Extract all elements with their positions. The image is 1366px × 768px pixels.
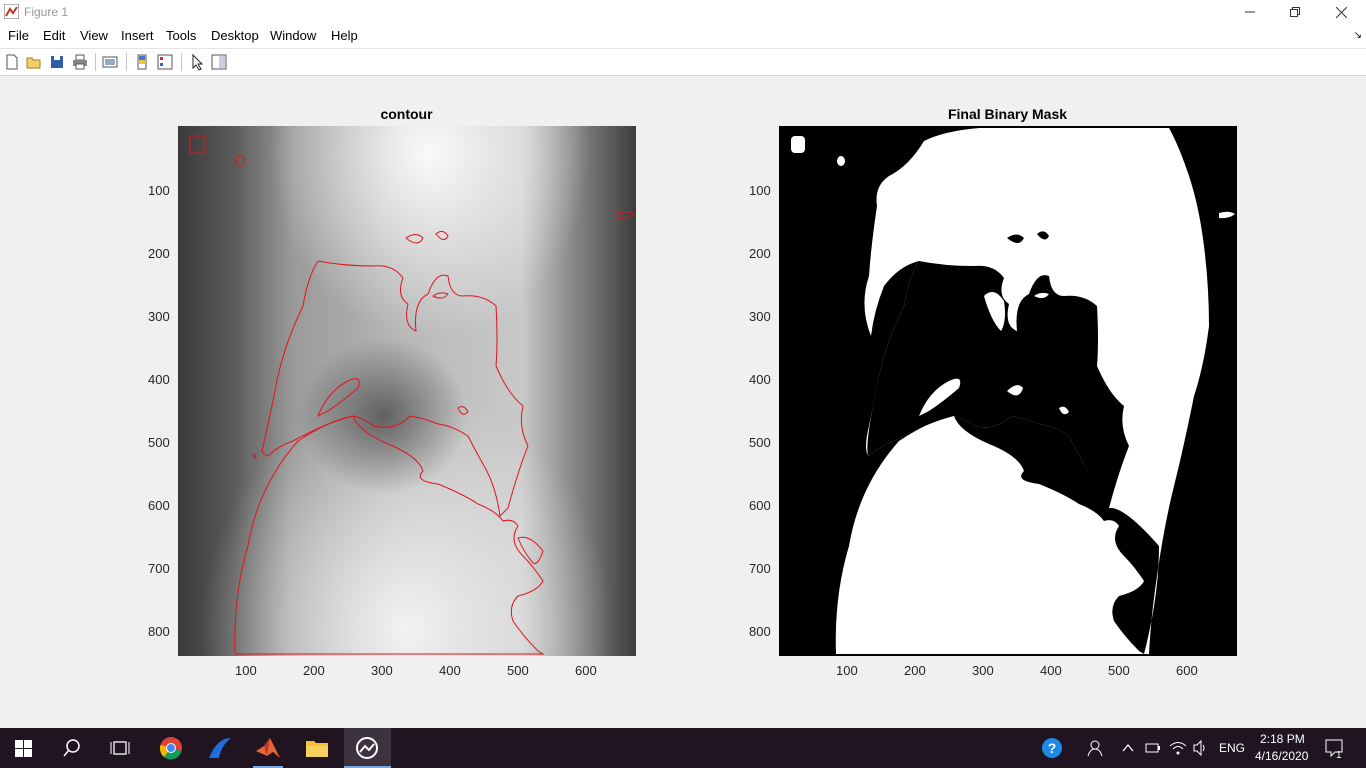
ytick-label: 500 (148, 435, 170, 450)
notification-count: 1 (1336, 750, 1342, 761)
window-title: Figure 1 (24, 5, 69, 19)
toolbar-separator (181, 53, 182, 71)
xtick-label: 600 (575, 663, 597, 678)
toolbar-separator (126, 53, 127, 71)
windows-start-icon[interactable] (15, 740, 32, 757)
property-editor-icon[interactable] (210, 53, 228, 71)
ytick-label: 100 (749, 183, 771, 198)
menu-edit[interactable]: Edit (43, 28, 65, 43)
ytick-label: 600 (749, 498, 771, 513)
ytick-label: 100 (148, 183, 170, 198)
minimize-icon (1245, 11, 1255, 13)
xtick-label: 100 (836, 663, 858, 678)
menu-help[interactable]: Help (331, 28, 358, 43)
menu-overflow-icon[interactable]: ↘ (1354, 30, 1362, 41)
xtick-label: 300 (371, 663, 393, 678)
menu-tools[interactable]: Tools (166, 28, 196, 43)
file-explorer-icon[interactable] (305, 737, 329, 759)
svg-text:?: ? (1048, 740, 1057, 756)
xtick-label: 200 (303, 663, 325, 678)
open-file-icon[interactable] (25, 53, 43, 71)
menu-desktop[interactable]: Desktop (211, 28, 259, 43)
ytick-label: 600 (148, 498, 170, 513)
new-figure-icon[interactable] (3, 53, 21, 71)
ytick-label: 700 (749, 561, 771, 576)
notification-icon[interactable] (1325, 739, 1345, 757)
ytick-label: 300 (148, 309, 170, 324)
ytick-label: 400 (749, 372, 771, 387)
xtick-label: 400 (1040, 663, 1062, 678)
restore-icon (1290, 7, 1300, 17)
wifi-icon[interactable] (1169, 740, 1187, 756)
taskbar-app-blue-icon[interactable] (207, 736, 233, 760)
chevron-up-icon[interactable] (1122, 743, 1134, 753)
close-button[interactable] (1318, 0, 1364, 24)
people-icon[interactable] (1085, 739, 1103, 757)
contour-axes[interactable] (178, 126, 636, 656)
windows-taskbar: ? ENG 2:18 PM 4/16/2020 1 (0, 728, 1366, 768)
xtick-label: 200 (904, 663, 926, 678)
matlab-figure-icon (4, 4, 19, 19)
figure-app-icon (356, 737, 378, 759)
clock-date[interactable]: 4/16/2020 (1255, 749, 1308, 763)
chrome-icon[interactable] (159, 736, 183, 760)
insert-legend-icon[interactable] (156, 53, 174, 71)
save-icon[interactable] (48, 53, 66, 71)
figure-toolbar (0, 48, 1366, 76)
ytick-label: 200 (749, 246, 771, 261)
language-indicator[interactable]: ENG (1219, 741, 1245, 755)
ytick-label: 300 (749, 309, 771, 324)
clock-time[interactable]: 2:18 PM (1260, 732, 1305, 746)
window-titlebar: Figure 1 (0, 0, 1366, 24)
pointer-icon[interactable] (188, 53, 206, 71)
ytick-label: 800 (148, 624, 170, 639)
menu-file[interactable]: File (8, 28, 29, 43)
mask-axes[interactable] (779, 126, 1237, 656)
menu-view[interactable]: View (80, 28, 108, 43)
menu-window[interactable]: Window (270, 28, 316, 43)
xtick-label: 100 (235, 663, 257, 678)
ytick-label: 700 (148, 561, 170, 576)
ytick-label: 400 (148, 372, 170, 387)
close-icon (1335, 6, 1347, 18)
minimize-button[interactable] (1227, 0, 1273, 24)
volume-icon[interactable] (1193, 740, 1209, 756)
insert-colorbar-icon[interactable] (133, 53, 151, 71)
ytick-label: 500 (749, 435, 771, 450)
link-plot-icon[interactable] (101, 53, 119, 71)
mask-plot-title: Final Binary Mask (947, 106, 1068, 122)
task-view-icon[interactable] (110, 739, 130, 757)
search-icon[interactable] (63, 739, 81, 757)
xtick-label: 300 (972, 663, 994, 678)
ytick-label: 200 (148, 246, 170, 261)
menu-bar: File Edit View Insert Tools Desktop Wind… (0, 24, 1366, 48)
xtick-label: 500 (1108, 663, 1130, 678)
xtick-label: 500 (507, 663, 529, 678)
restore-button[interactable] (1272, 0, 1318, 24)
battery-icon[interactable] (1145, 741, 1161, 755)
print-icon[interactable] (71, 53, 89, 71)
taskbar-active-app[interactable] (344, 728, 391, 768)
menu-insert[interactable]: Insert (121, 28, 154, 43)
help-icon[interactable]: ? (1041, 737, 1063, 759)
toolbar-separator (95, 53, 96, 71)
matlab-icon[interactable] (255, 736, 281, 760)
ytick-label: 800 (749, 624, 771, 639)
contour-plot-title: contour (380, 106, 433, 122)
xtick-label: 400 (439, 663, 461, 678)
xtick-label: 600 (1176, 663, 1198, 678)
